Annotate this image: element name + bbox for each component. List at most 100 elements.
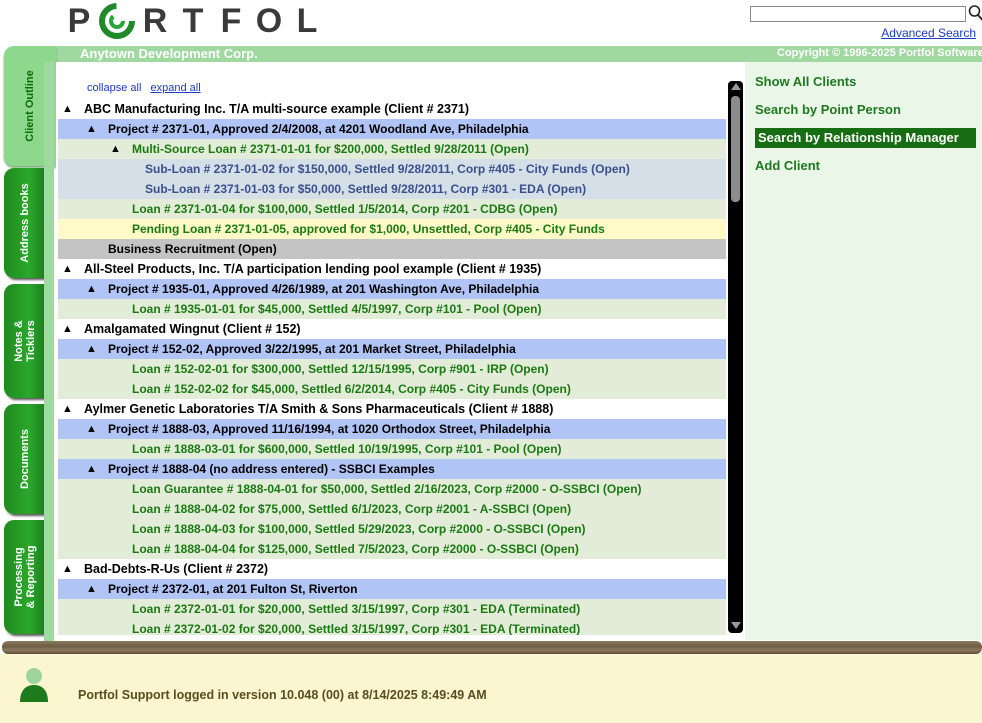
row-label: Loan # 1888-03-01 for $600,000, Settled … (132, 442, 562, 456)
logo-swirl-icon (98, 2, 136, 40)
collapse-triangle-icon[interactable]: ▲ (86, 279, 97, 299)
pending-row[interactable]: Pending Loan # 2371-01-05, approved for … (58, 219, 726, 239)
subloan-row[interactable]: Sub-Loan # 2371-01-02 for $150,000, Sett… (58, 159, 726, 179)
loan-row[interactable]: Loan # 2372-01-02 for $20,000, Settled 3… (58, 619, 726, 635)
client-row[interactable]: ▲ Bad-Debts-R-Us (Client # 2372) (58, 559, 726, 579)
row-label: Loan # 2372-01-02 for $20,000, Settled 3… (132, 622, 581, 635)
project-row[interactable]: ▲ Project # 2371-01, Approved 2/4/2008, a… (58, 119, 726, 139)
client-row[interactable]: ▲ All-Steel Products, Inc. T/A participat… (58, 259, 726, 279)
outline-controls: collapse all expand all (87, 82, 207, 94)
row-label: Aylmer Genetic Laboratories T/A Smith & … (84, 402, 554, 416)
org-banner: Anytown Development Corp. Copyright © 19… (44, 46, 982, 62)
scroll-thumb[interactable] (731, 96, 740, 202)
advanced-search-link[interactable]: Advanced Search (881, 26, 976, 40)
client-row[interactable]: ▲ Aylmer Genetic Laboratories T/A Smith &… (58, 399, 726, 419)
tab-documents-label: Documents (19, 429, 31, 489)
logo-letter-r: R (142, 1, 168, 40)
login-status-text: Portfol Support logged in version 10.048… (78, 688, 487, 702)
tab-address-books[interactable]: Address books (4, 168, 46, 278)
add-client-link[interactable]: Add Client (755, 156, 820, 176)
client-row[interactable]: ▲ Amalgamated Wingnut (Client # 152) (58, 319, 726, 339)
tab-notes-ticklers-label: Notes & Ticklers (13, 320, 37, 362)
collapse-triangle-icon[interactable]: ▲ (62, 99, 73, 119)
show-all-clients-link[interactable]: Show All Clients (755, 72, 856, 92)
collapse-triangle-icon[interactable]: ▲ (62, 559, 73, 579)
row-label: Multi-Source Loan # 2371-01-01 for $200,… (132, 142, 529, 156)
tab-address-books-label: Address books (19, 183, 31, 263)
loan-row[interactable]: Loan # 152-02-01 for $300,000, Settled 1… (58, 359, 726, 379)
loan-row[interactable]: Loan # 2372-01-01 for $20,000, Settled 3… (58, 599, 726, 619)
loan-row[interactable]: Loan # 1935-01-01 for $45,000, Settled 4… (58, 299, 726, 319)
outline-scrollbar[interactable] (728, 81, 743, 633)
project-row[interactable]: ▲ Project # 1935-01, Approved 4/26/1989, … (58, 279, 726, 299)
copyright-text: Copyright © 1996-2025 Portfol Software (777, 47, 982, 59)
expand-all-link[interactable]: expand all (150, 82, 200, 94)
logo-letter-t: T (182, 1, 204, 40)
row-label: Loan # 152-02-01 for $300,000, Settled 1… (132, 362, 549, 376)
collapse-triangle-icon[interactable]: ▲ (86, 339, 97, 359)
row-label: Sub-Loan # 2371-01-02 for $150,000, Sett… (145, 162, 630, 176)
subloan-row[interactable]: Sub-Loan # 2371-01-03 for $50,000, Settl… (58, 179, 726, 199)
row-label: Project # 1888-03, Approved 11/16/1994, … (108, 422, 551, 436)
row-label: Project # 2372-01, at 201 Fulton St, Riv… (108, 582, 358, 596)
row-label: Loan Guarantee # 1888-04-01 for $50,000,… (132, 482, 642, 496)
collapse-triangle-icon[interactable]: ▲ (86, 119, 97, 139)
project-row[interactable]: ▲ Project # 1888-03, Approved 11/16/1994,… (58, 419, 726, 439)
collapse-triangle-icon[interactable]: ▲ (62, 259, 73, 279)
row-label: Project # 1935-01, Approved 4/26/1989, a… (108, 282, 540, 296)
row-label: Bad-Debts-R-Us (Client # 2372) (84, 562, 269, 576)
loan-row[interactable]: Loan # 152-02-02 for $45,000, Settled 6/… (58, 379, 726, 399)
row-label: Amalgamated Wingnut (Client # 152) (84, 322, 301, 336)
row-label: Business Recruitment (Open) (108, 242, 277, 256)
row-label: Loan # 2372-01-01 for $20,000, Settled 3… (132, 602, 581, 616)
collapse-triangle-icon[interactable]: ▲ (86, 419, 97, 439)
row-label: ABC Manufacturing Inc. T/A multi-source … (84, 102, 470, 116)
loan-row[interactable]: Loan # 1888-03-01 for $600,000, Settled … (58, 439, 726, 459)
project-row[interactable]: ▲ Project # 2372-01, at 201 Fulton St, Ri… (58, 579, 726, 599)
row-label: Project # 1888-04 (no address entered) -… (108, 462, 435, 476)
collapse-triangle-icon[interactable]: ▲ (110, 139, 121, 159)
logo-letter-p: P (67, 1, 91, 40)
tab-notes-ticklers[interactable]: Notes & Ticklers (4, 284, 46, 398)
row-label: Loan # 1888-04-04 for $125,000, Settled … (132, 542, 579, 556)
row-label: Loan # 1888-04-02 for $75,000, Settled 6… (132, 502, 572, 516)
portfol-logo: P R T F O L (60, 2, 326, 40)
loan-row[interactable]: Loan # 1888-04-04 for $125,000, Settled … (58, 539, 726, 559)
project-row[interactable]: ▲ Project # 152-02, Approved 3/22/1995, a… (58, 339, 726, 359)
collapse-triangle-icon[interactable]: ▲ (86, 459, 97, 479)
logo-letter-l: L (296, 1, 318, 40)
client-row[interactable]: ▲ ABC Manufacturing Inc. T/A multi-source… (58, 99, 726, 119)
business-row[interactable]: Business Recruitment (Open) (58, 239, 726, 259)
scroll-up-icon[interactable] (731, 83, 741, 90)
row-label: Project # 2371-01, Approved 2/4/2008, at… (108, 122, 529, 136)
collapse-triangle-icon[interactable]: ▲ (86, 579, 97, 599)
search-by-relationship-manager-link[interactable]: Search by Relationship Manager (755, 128, 976, 148)
collapse-triangle-icon[interactable]: ▲ (62, 399, 73, 419)
loan-row[interactable]: ▲ Multi-Source Loan # 2371-01-01 for $200… (58, 139, 726, 159)
loan-row[interactable]: Loan # 1888-04-03 for $100,000, Settled … (58, 519, 726, 539)
tab-processing-reporting-label: Processing & Reporting (13, 545, 37, 609)
client-outline-panel: collapse all expand all ▲ ABC Manufacturi… (56, 62, 745, 640)
logo-letter-o: O (255, 1, 283, 40)
collapse-triangle-icon[interactable]: ▲ (62, 319, 73, 339)
status-footer: Portfol Support logged in version 10.048… (0, 654, 982, 723)
scroll-down-icon[interactable] (731, 622, 741, 629)
row-label: Project # 152-02, Approved 3/22/1995, at… (108, 342, 516, 356)
row-label: Sub-Loan # 2371-01-03 for $50,000, Settl… (145, 182, 587, 196)
search-icon[interactable] (968, 4, 982, 22)
loan-row[interactable]: Loan Guarantee # 1888-04-01 for $50,000,… (58, 479, 726, 499)
tab-processing-reporting[interactable]: Processing & Reporting (4, 520, 46, 634)
project-row[interactable]: ▲ Project # 1888-04 (no address entered) … (58, 459, 726, 479)
search-input[interactable] (750, 6, 966, 22)
row-label: Loan # 2371-01-04 for $100,000, Settled … (132, 202, 558, 216)
row-label: Loan # 1935-01-01 for $45,000, Settled 4… (132, 302, 542, 316)
loan-row[interactable]: Loan # 1888-04-02 for $75,000, Settled 6… (58, 499, 726, 519)
tab-documents[interactable]: Documents (4, 404, 46, 514)
divider-bar (2, 641, 982, 654)
row-label: Loan # 152-02-02 for $45,000, Settled 6/… (132, 382, 571, 396)
client-actions-panel: Show All Clients Search by Point Person … (745, 62, 982, 640)
search-by-point-person-link[interactable]: Search by Point Person (755, 100, 901, 120)
loan-row[interactable]: Loan # 2371-01-04 for $100,000, Settled … (58, 199, 726, 219)
row-label: Loan # 1888-04-03 for $100,000, Settled … (132, 522, 586, 536)
collapse-all-link[interactable]: collapse all (87, 82, 141, 94)
